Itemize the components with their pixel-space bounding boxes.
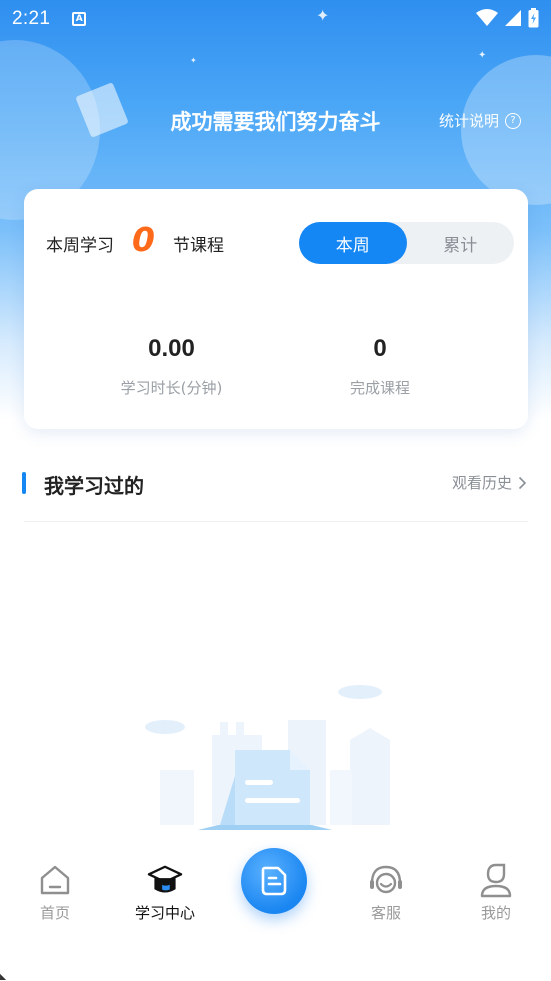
- weekly-study-line: 本周学习 0 节课程: [46, 223, 224, 256]
- watch-history-label: 观看历史: [451, 474, 512, 492]
- nav-item-customer-service[interactable]: 客服: [341, 862, 431, 923]
- keyboard-indicator-icon: A: [72, 12, 87, 26]
- document-icon: [261, 866, 287, 896]
- status-bar: 2:21 A: [0, 0, 551, 38]
- section-title: 我学习过的: [44, 474, 144, 498]
- status-time: 2:21: [12, 8, 51, 29]
- graduation-cap-icon: [147, 862, 183, 898]
- nav-item-home[interactable]: 首页: [10, 862, 100, 923]
- stats-explanation-link[interactable]: 统计说明 ?: [439, 110, 521, 131]
- sparkle-icon: ✦: [190, 56, 197, 65]
- user-icon: [478, 862, 514, 898]
- week-lesson-count: 0: [132, 220, 155, 259]
- watch-history-link[interactable]: 观看历史: [452, 472, 527, 493]
- nav-item-mine[interactable]: 我的: [451, 862, 541, 923]
- status-icons: [476, 8, 539, 28]
- week-suffix: 节课程: [172, 236, 224, 256]
- tab-cumulative[interactable]: 累计: [407, 222, 515, 264]
- corner-mark: ◣: [0, 972, 7, 981]
- study-summary-card: 本周学习 0 节课程 本周 累计 0.00 学习时长(分钟) 0 完成课程: [24, 189, 528, 429]
- sparkle-icon: ✦: [478, 50, 487, 61]
- empty-state-illustration: [145, 685, 390, 830]
- tab-this-week[interactable]: 本周: [299, 222, 407, 264]
- wifi-icon: [476, 9, 498, 26]
- study-duration-metric: 0.00 学习时长(分钟): [104, 335, 239, 398]
- headset-icon: [368, 862, 404, 898]
- nav-label-home: 首页: [39, 904, 70, 922]
- study-duration-label: 学习时长(分钟): [120, 379, 223, 397]
- completed-courses-metric: 0 完成课程: [324, 335, 436, 398]
- signal-icon: [505, 10, 521, 26]
- help-icon: ?: [505, 112, 521, 129]
- nav-label-learning-center: 学习中心: [134, 904, 195, 922]
- nav-label-mine: 我的: [480, 904, 511, 922]
- completed-courses-value: 0: [373, 335, 387, 362]
- bottom-navigation: 首页 学习中心 客服 我的: [0, 840, 551, 940]
- nav-label-customer-service: 客服: [370, 904, 401, 922]
- section-accent-bar: [22, 472, 26, 494]
- study-duration-value: 0.00: [148, 335, 195, 362]
- home-icon: [37, 862, 73, 898]
- nav-item-learning-center[interactable]: 学习中心: [120, 862, 210, 923]
- stats-explanation-label: 统计说明: [438, 112, 499, 130]
- chevron-right-icon: [518, 476, 527, 489]
- battery-icon: [528, 8, 539, 28]
- divider: [24, 521, 528, 522]
- document-button[interactable]: [241, 848, 307, 914]
- week-prefix: 本周学习: [46, 236, 114, 256]
- completed-courses-label: 完成课程: [349, 379, 410, 397]
- period-toggle: 本周 累计: [299, 222, 514, 264]
